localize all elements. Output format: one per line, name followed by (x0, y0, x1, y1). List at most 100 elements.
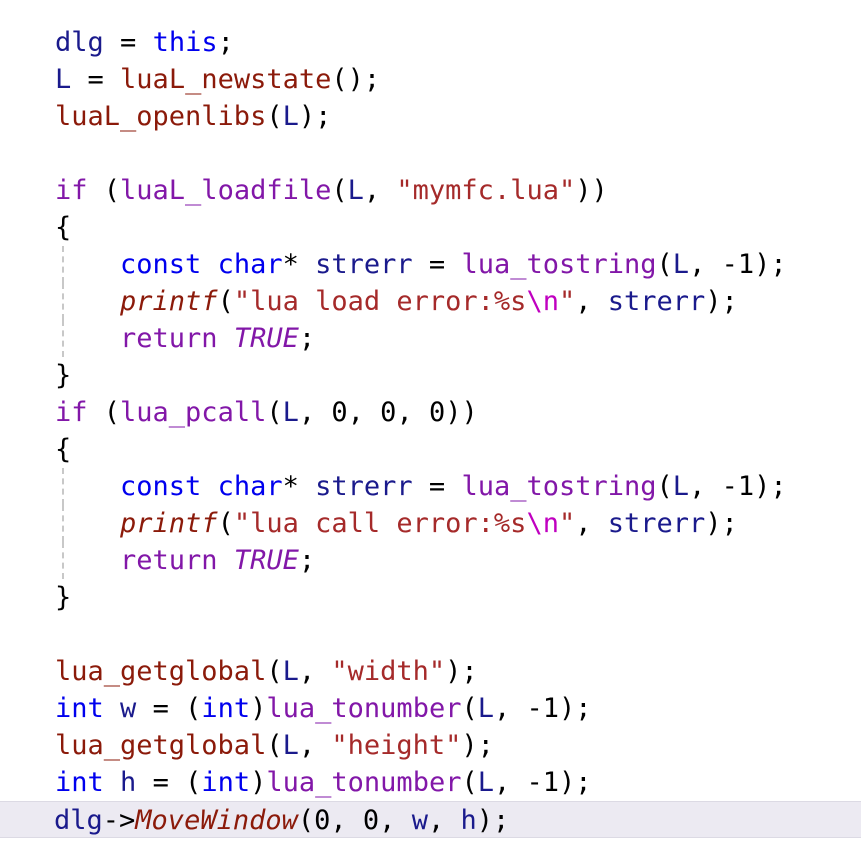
token-identifier: L (672, 471, 690, 502)
token-punctuation: ); (559, 693, 592, 724)
token-punctuation: ( (87, 175, 121, 206)
token-punctuation: ); (754, 471, 787, 502)
token-escape: \n (526, 508, 559, 539)
token-brace-open: { (55, 212, 72, 243)
token-number: 0 (380, 397, 397, 428)
token-number: 0 (362, 805, 380, 836)
token-identifier: strerr (315, 249, 413, 280)
token-punctuation: ( (266, 101, 283, 132)
code-line: { (0, 209, 861, 246)
token-function: luaL_openlibs (55, 101, 267, 132)
token-punctuation: ); (559, 767, 592, 798)
token-brace-close: } (55, 582, 72, 613)
token-identifier: w (120, 693, 137, 724)
token-string: "width" (331, 656, 446, 687)
token-operator: = (412, 471, 462, 502)
token-punctuation: , (298, 397, 332, 428)
token-identifier: h (120, 767, 137, 798)
token-function: lua_pcall (120, 397, 267, 428)
code-line: return TRUE; (0, 320, 861, 357)
token-identifier: dlg (54, 805, 103, 836)
token-operator: = ( (136, 693, 202, 724)
token-function: lua_tonumber (266, 693, 462, 724)
token-function: luaL_loadfile (120, 175, 332, 206)
token-identifier: L (347, 175, 364, 206)
token-identifier: h (460, 805, 477, 836)
token-function: lua_tonumber (266, 767, 462, 798)
token-identifier: L (477, 767, 494, 798)
token-macro: TRUE (233, 545, 299, 576)
token-punctuation: , (427, 805, 461, 836)
token-keyword: int (201, 767, 251, 798)
token-identifier: L (282, 656, 299, 687)
code-line: return TRUE; (0, 542, 861, 579)
token-punctuation: ); (705, 286, 738, 317)
token-punctuation: ); (298, 101, 332, 132)
token-identifier: strerr (315, 471, 413, 502)
token-punctuation: ) (250, 767, 267, 798)
token-punctuation: ( (87, 397, 121, 428)
token-string: " (558, 508, 576, 539)
token-keyword: int (55, 767, 104, 798)
token-punctuation: ( (461, 693, 478, 724)
code-line: L = luaL_newstate(); (0, 61, 861, 98)
token-number: 0 (331, 397, 348, 428)
token-number: 0 (314, 805, 331, 836)
token-punctuation: ); (754, 249, 787, 280)
token-operator: = (71, 64, 121, 95)
token-string: "mymfc.lua" (396, 175, 576, 206)
token-operator: = ( (136, 767, 202, 798)
token-identifier: dlg (55, 27, 104, 58)
token-punctuation: ( (217, 508, 234, 539)
code-line: if (lua_pcall(L, 0, 0, 0)) (0, 394, 861, 431)
token-punctuation: , (396, 397, 429, 428)
token-keyword: return (120, 545, 218, 576)
token-punctuation: ( (217, 286, 234, 317)
code-line: dlg = this; (0, 24, 861, 61)
code-line: const char* strerr = lua_tostring(L, -1)… (0, 468, 861, 505)
code-line-current: dlg->MoveWindow(0, 0, w, h); (0, 801, 861, 838)
token-identifier: strerr (607, 508, 706, 539)
token-punctuation: , (379, 805, 412, 836)
token-operator: * (282, 471, 316, 502)
token-identifier: L (282, 397, 299, 428)
token-punctuation: ; (217, 27, 234, 58)
token-identifier: L (55, 64, 72, 95)
code-line: int h = (int)lua_tonumber(L, -1); (0, 764, 861, 801)
token-punctuation: , (575, 508, 608, 539)
token-keyword: const (120, 471, 202, 502)
code-line: lua_getglobal(L, "width"); (0, 653, 861, 690)
token-operator: = (412, 249, 462, 280)
token-function: MoveWindow (135, 805, 298, 836)
code-line: const char* strerr = lua_tostring(L, -1)… (0, 246, 861, 283)
token-punctuation: ( (656, 471, 673, 502)
token-punctuation: )) (575, 175, 608, 206)
token-keyword: int (55, 693, 104, 724)
code-line: printf("lua call error:%s\n", strerr); (0, 505, 861, 542)
token-punctuation: , (689, 471, 722, 502)
token-brace-close: } (55, 360, 72, 391)
token-punctuation: ); (476, 805, 510, 836)
token-keyword: const (120, 249, 202, 280)
token-punctuation: ( (461, 767, 478, 798)
token-punctuation: , (298, 656, 332, 687)
token-identifier: L (477, 693, 494, 724)
token-punctuation: ) (250, 693, 267, 724)
token-punctuation: , (494, 693, 527, 724)
token-punctuation: ); (461, 730, 494, 761)
token-keyword: this (152, 27, 218, 58)
token-operator: -> (102, 805, 136, 836)
token-number: -1 (526, 767, 560, 798)
token-keyword: return (120, 323, 218, 354)
token-punctuation: , (363, 175, 397, 206)
code-line: } (0, 357, 861, 394)
token-string: "lua load error:%s (233, 286, 527, 317)
token-punctuation: ); (445, 656, 478, 687)
code-editor[interactable]: dlg = this; L = luaL_newstate(); luaL_op… (0, 0, 861, 859)
token-keyword: int (201, 693, 251, 724)
